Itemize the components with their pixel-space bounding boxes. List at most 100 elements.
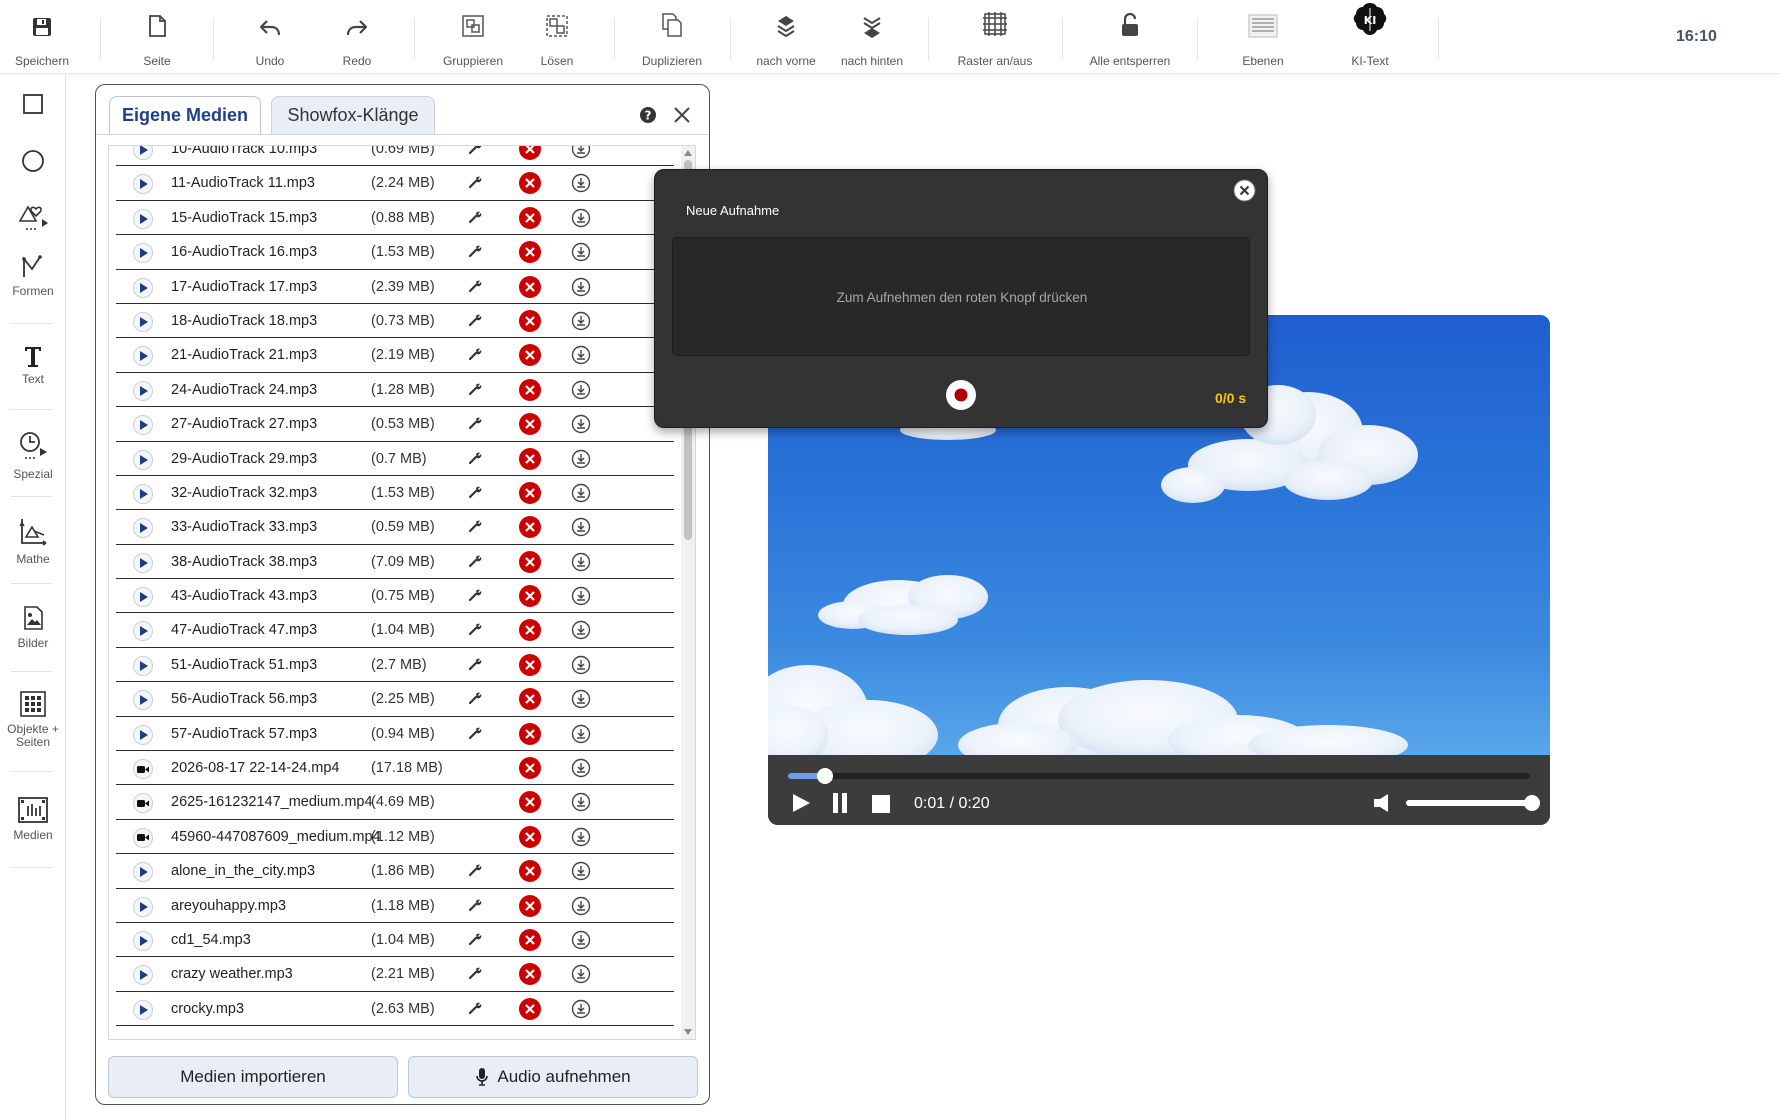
volume-slider-handle[interactable] [1524,795,1540,811]
sidebar-item-shapes[interactable] [0,199,66,233]
list-item[interactable]: cd1_54.mp3 (1.04 MB) [116,923,674,958]
wrench-icon[interactable] [467,209,483,225]
list-item[interactable]: crazy weather.mp3 (2.21 MB) [116,957,674,992]
list-item[interactable]: 43-AudioTrack 43.mp3 (0.75 MB) [116,579,674,614]
delete-icon[interactable] [519,619,541,642]
download-icon[interactable] [571,517,591,537]
sidebar-item-circle[interactable] [0,149,66,173]
delete-icon[interactable] [519,241,541,264]
download-icon[interactable] [571,758,591,778]
list-item[interactable]: areyouhappy.mp3 (1.18 MB) [116,889,674,923]
delete-icon[interactable] [519,309,541,332]
list-item[interactable]: 27-AudioTrack 27.mp3 (0.53 MB) [116,407,674,442]
delete-icon[interactable] [519,791,541,814]
list-item[interactable]: alone_in_the_city.mp3 (1.86 MB) [116,854,674,889]
list-item[interactable]: 10-AudioTrack 10.mp3 (0.69 MB) [116,146,674,167]
sidebar-item-objects-pages[interactable]: Objekte + Seiten [0,691,66,749]
play-audio-icon[interactable] [133,862,153,883]
list-item[interactable]: 24-AudioTrack 24.mp3 (1.28 MB) [116,373,674,408]
play-audio-icon[interactable] [133,896,153,917]
download-icon[interactable] [571,208,591,228]
play-audio-icon[interactable] [133,243,153,264]
delete-icon[interactable] [519,963,541,986]
wrench-icon[interactable] [467,690,483,706]
play-audio-icon[interactable] [133,174,153,195]
tab-own-media[interactable]: Eigene Medien [109,96,261,134]
delete-icon[interactable] [519,653,541,676]
delete-icon[interactable] [519,378,541,401]
delete-icon[interactable] [519,550,541,573]
delete-icon[interactable] [519,860,541,883]
play-audio-icon[interactable] [133,483,153,504]
download-icon[interactable] [571,999,591,1019]
download-icon[interactable] [571,861,591,881]
download-icon[interactable] [571,896,591,916]
play-audio-icon[interactable] [133,415,153,436]
delete-icon[interactable] [519,825,541,848]
play-audio-icon[interactable] [133,999,153,1020]
sidebar-item-forms[interactable]: Formen [0,255,66,298]
download-icon[interactable] [571,277,591,297]
dialog-close-button[interactable] [1233,179,1256,202]
list-item[interactable]: 16-AudioTrack 16.mp3 (1.53 MB) [116,235,674,270]
list-item[interactable]: crocky.mp3 (2.63 MB) [116,992,674,1027]
download-icon[interactable] [571,173,591,193]
delete-icon[interactable] [519,894,541,917]
delete-icon[interactable] [519,447,541,470]
play-audio-icon[interactable] [133,311,153,332]
video-file-icon[interactable] [133,827,153,848]
volume-button[interactable] [1372,793,1390,813]
play-audio-icon[interactable] [133,346,153,367]
list-item[interactable]: 38-AudioTrack 38.mp3 (7.09 MB) [116,545,674,580]
download-icon[interactable] [571,620,591,640]
help-icon[interactable]: ? [639,106,657,124]
play-audio-icon[interactable] [133,449,153,470]
video-file-icon[interactable] [133,793,153,814]
ai-text-button[interactable]: KI KI-Text [1338,0,1402,74]
wrench-icon[interactable] [467,346,483,362]
play-audio-icon[interactable] [133,208,153,229]
wrench-icon[interactable] [467,725,483,741]
delete-icon[interactable] [519,688,541,711]
download-icon[interactable] [571,689,591,709]
play-audio-icon[interactable] [133,621,153,642]
download-icon[interactable] [571,483,591,503]
download-icon[interactable] [571,311,591,331]
wrench-icon[interactable] [467,381,483,397]
delete-icon[interactable] [519,997,541,1020]
download-icon[interactable] [571,827,591,847]
sidebar-item-special[interactable]: Spezial [0,430,66,481]
wrench-icon[interactable] [467,518,483,534]
video-progress-handle[interactable] [817,768,834,784]
wrench-icon[interactable] [467,484,483,500]
sidebar-item-text[interactable]: Text [0,345,66,386]
list-item[interactable]: 45960-447087609_medium.mp4 (1.12 MB) [116,820,674,855]
close-icon[interactable] [672,105,692,125]
play-audio-icon[interactable] [133,690,153,711]
play-audio-icon[interactable] [133,724,153,745]
delete-icon[interactable] [519,928,541,951]
list-item[interactable]: 21-AudioTrack 21.mp3 (2.19 MB) [116,338,674,373]
wrench-icon[interactable] [467,862,483,878]
download-icon[interactable] [571,964,591,984]
play-audio-icon[interactable] [133,380,153,401]
list-item[interactable]: 47-AudioTrack 47.mp3 (1.04 MB) [116,613,674,648]
play-audio-icon[interactable] [133,587,153,608]
download-icon[interactable] [571,242,591,262]
record-button[interactable] [945,379,977,411]
wrench-icon[interactable] [467,415,483,431]
download-icon[interactable] [571,586,591,606]
wrench-icon[interactable] [467,278,483,294]
list-item[interactable]: 2026-08-17 22-14-24.mp4 (17.18 MB) [116,751,674,786]
play-audio-icon[interactable] [133,146,153,160]
delete-icon[interactable] [519,413,541,436]
list-item[interactable]: 33-AudioTrack 33.mp3 (0.59 MB) [116,510,674,545]
list-item[interactable]: 29-AudioTrack 29.mp3 (0.7 MB) [116,442,674,476]
download-icon[interactable] [571,380,591,400]
unlock-all-button[interactable]: Alle entsperren [1085,0,1175,74]
wrench-icon[interactable] [467,553,483,569]
list-item[interactable]: 51-AudioTrack 51.mp3 (2.7 MB) [116,648,674,683]
play-audio-icon[interactable] [133,277,153,298]
record-audio-button[interactable]: Audio aufnehmen [408,1056,698,1098]
list-item[interactable]: 17-AudioTrack 17.mp3 (2.39 MB) [116,270,674,304]
